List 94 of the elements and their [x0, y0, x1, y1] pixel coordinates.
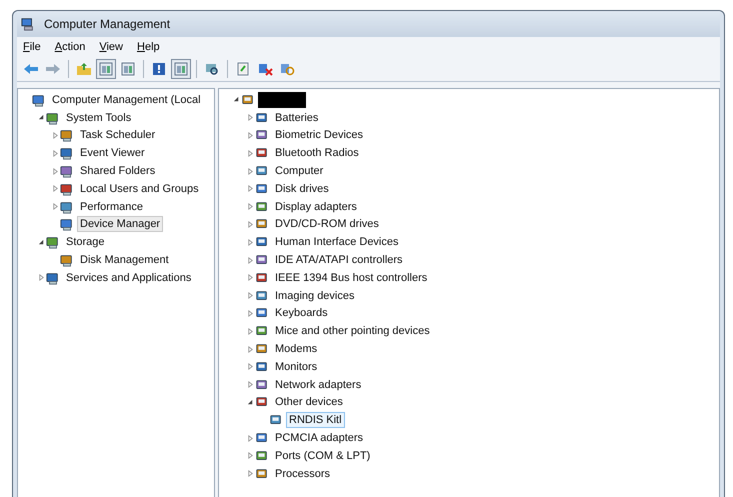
expand-arrow-icon[interactable]	[246, 114, 254, 122]
expand-arrow-icon[interactable]	[246, 150, 254, 157]
tree-item[interactable]: Display adapters	[272, 198, 360, 215]
tree-item[interactable]: Bluetooth Radios	[272, 145, 362, 162]
expand-arrow-icon[interactable]	[52, 132, 58, 139]
expand-arrow-icon[interactable]	[246, 256, 254, 264]
tree-item[interactable]: Local Users and Groups	[77, 180, 202, 197]
device-icon	[255, 200, 269, 214]
window-title: Computer Management	[44, 17, 170, 31]
expand-arrow-icon[interactable]	[52, 185, 58, 192]
tree-item[interactable]: Mice and other pointing devices	[272, 323, 433, 340]
device-icon	[255, 466, 269, 481]
tree-item[interactable]: Performance	[77, 198, 146, 215]
menu-item[interactable]: View	[99, 40, 123, 52]
expand-arrow-icon[interactable]	[52, 168, 58, 175]
tree-item[interactable]: Event Viewer	[77, 145, 148, 162]
tree-item[interactable]: Monitors	[272, 358, 320, 375]
tree-item[interactable]: Ports (COM & LPT)	[272, 448, 374, 464]
tree-item[interactable]: Computer	[272, 163, 326, 180]
collapse-arrow-icon[interactable]	[232, 96, 240, 104]
expand-arrow-icon[interactable]	[52, 150, 58, 157]
tree-item[interactable]: Human Interface Devices	[272, 234, 402, 250]
folder-up-icon	[76, 60, 92, 76]
menu-item[interactable]: Action	[54, 40, 86, 52]
device-icon	[255, 110, 269, 125]
tree-item[interactable]: System Tools	[63, 110, 134, 126]
expand-arrow-icon[interactable]	[246, 363, 254, 370]
tree-item[interactable]: Network adapters	[272, 376, 364, 393]
collapse-arrow-icon[interactable]	[38, 114, 44, 122]
tree-item[interactable]: Task Scheduler	[77, 127, 158, 144]
tree-item[interactable]: Storage	[63, 234, 108, 250]
device-icon	[255, 360, 269, 374]
menu-item[interactable]: Help	[137, 40, 160, 52]
expand-arrow-icon[interactable]	[38, 274, 44, 282]
tree-item[interactable]: Disk drives	[272, 180, 332, 197]
tree-item[interactable]: Other devices	[272, 394, 346, 410]
tree-item[interactable]: Batteries	[272, 110, 322, 126]
tree-item[interactable]: Imaging devices	[272, 288, 358, 304]
tree-item[interactable]: RNDIS Kitl	[286, 412, 345, 428]
node-icon	[46, 235, 60, 250]
expand-arrow-icon[interactable]	[246, 434, 254, 442]
tree-item[interactable]: Services and Applications	[63, 270, 194, 286]
action-pane-icon	[173, 60, 189, 76]
tree-item[interactable]: DVD/CD-ROM drives	[272, 216, 382, 232]
properties-icon	[120, 60, 136, 76]
tree-item[interactable]: IEEE 1394 Bus host controllers	[272, 270, 430, 286]
device-icon	[255, 182, 269, 196]
tree-item[interactable]: Device Manager	[77, 216, 164, 232]
node-icon	[60, 146, 74, 160]
expand-arrow-icon[interactable]	[246, 310, 254, 317]
toolbar-button[interactable]	[171, 58, 191, 78]
node-icon	[60, 128, 74, 142]
expand-arrow-icon[interactable]	[246, 292, 254, 300]
device-icon	[255, 448, 269, 463]
expand-arrow-icon[interactable]	[246, 381, 254, 388]
device-icon	[255, 288, 269, 303]
computer-icon	[21, 17, 35, 31]
expand-arrow-icon[interactable]	[246, 470, 254, 478]
device-icon	[255, 378, 269, 392]
tree-item[interactable]: IDE ATA/ATAPI controllers	[272, 252, 406, 268]
device-icon	[255, 270, 269, 285]
tree-item[interactable]: Processors	[272, 466, 334, 482]
collapse-arrow-icon[interactable]	[246, 398, 254, 406]
expand-arrow-icon[interactable]	[246, 220, 254, 228]
tree-item[interactable]: Biometric Devices	[272, 127, 366, 144]
node-icon	[46, 270, 60, 285]
expand-arrow-icon[interactable]	[246, 328, 254, 335]
tree-item[interactable]: Modems	[272, 341, 320, 358]
node-icon	[60, 164, 74, 178]
console-tree-icon	[98, 60, 114, 76]
node-icon	[46, 110, 60, 125]
node-icon	[60, 182, 74, 196]
tree-item[interactable]: PCMCIA adapters	[272, 430, 366, 446]
tree-item[interactable]: Shared Folders	[77, 163, 158, 180]
node-icon	[60, 253, 74, 268]
collapse-arrow-icon[interactable]	[38, 238, 44, 246]
expand-arrow-icon[interactable]	[52, 203, 58, 210]
node-icon	[60, 217, 74, 232]
tree-item[interactable]: Disk Management	[77, 252, 172, 268]
tree-item[interactable]: Computer Management (Local	[49, 92, 204, 108]
tree-item[interactable]: Keyboards	[272, 305, 331, 322]
node-icon	[60, 200, 74, 214]
node-icon	[32, 92, 46, 107]
expand-arrow-icon[interactable]	[246, 185, 254, 192]
expand-arrow-icon[interactable]	[246, 168, 254, 175]
expand-arrow-icon[interactable]	[246, 452, 254, 460]
expand-arrow-icon[interactable]	[246, 132, 254, 139]
device-icon	[241, 92, 255, 107]
expand-arrow-icon[interactable]	[246, 238, 254, 246]
menu-item[interactable]: File	[23, 40, 41, 52]
expand-arrow-icon[interactable]	[246, 203, 254, 210]
expand-arrow-icon[interactable]	[246, 346, 254, 353]
expand-arrow-icon[interactable]	[246, 274, 254, 282]
toolbar-button[interactable]	[96, 58, 116, 78]
